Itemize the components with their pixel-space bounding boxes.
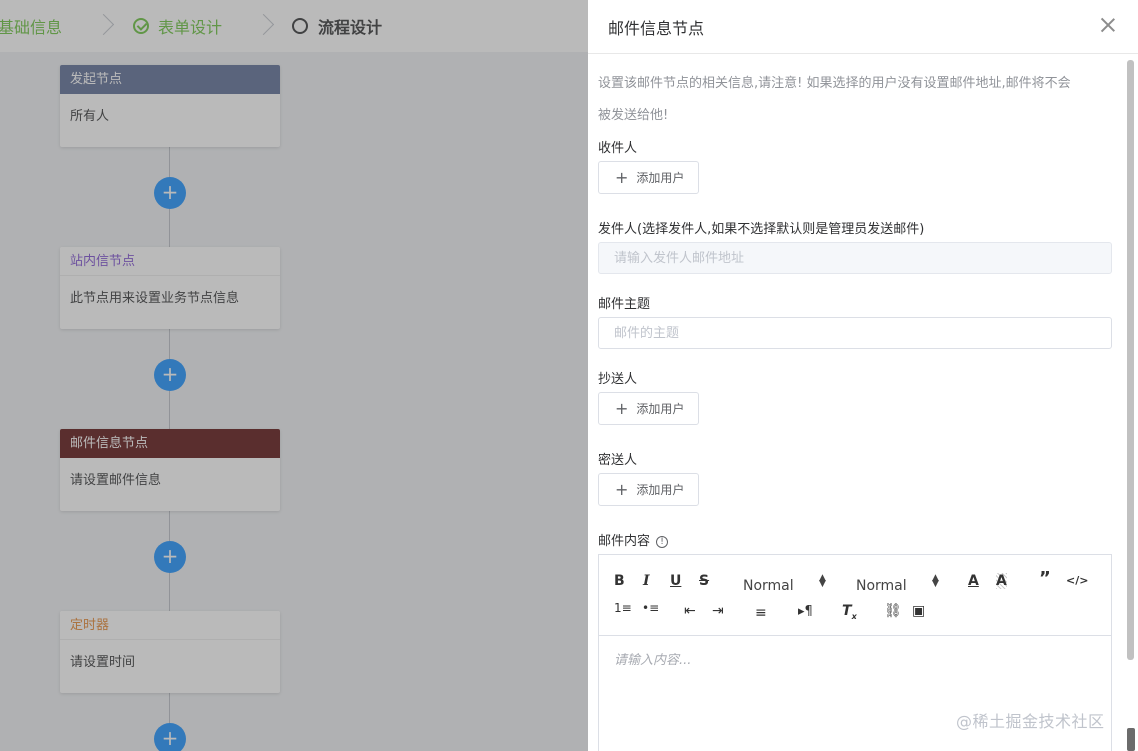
- watermark: @稀土掘金技术社区: [956, 712, 1105, 731]
- plus-icon: +: [615, 479, 629, 499]
- bcc-label: 密送人: [598, 453, 638, 468]
- blockquote-icon[interactable]: ”: [1039, 570, 1051, 588]
- font-color-icon[interactable]: A: [968, 573, 979, 589]
- sender-email-input[interactable]: [598, 242, 1112, 274]
- plus-icon: +: [615, 398, 629, 418]
- add-bcc-button[interactable]: + 添加用户: [598, 473, 699, 506]
- bullet-list-icon[interactable]: •≡: [642, 602, 659, 614]
- recipients-label: 收件人: [598, 141, 638, 156]
- ordered-list-icon[interactable]: 1≡: [614, 602, 632, 614]
- strike-button[interactable]: S: [699, 573, 709, 589]
- clear-format-icon[interactable]: Tx: [842, 603, 857, 625]
- scrollbar[interactable]: [1127, 60, 1134, 660]
- subject-label: 邮件主题: [598, 297, 651, 312]
- indent-icon[interactable]: ⇥: [712, 603, 724, 619]
- select-arrows-icon: ▲ ▼: [932, 573, 939, 589]
- editor-toolbar: B I U S Normal ▲ ▼ Normal ▲ ▼ A A ” </> 1≡…: [599, 555, 1111, 636]
- header-select[interactable]: Normal: [743, 578, 794, 594]
- info-icon[interactable]: !: [656, 536, 669, 548]
- notice-text: 设置该邮件节点的相关信息,请注意! 如果选择的用户没有设置邮件地址,邮件将不会 …: [598, 68, 1113, 132]
- email-node-drawer: 邮件信息节点 设置该邮件节点的相关信息,请注意! 如果选择的用户没有设置邮件地址…: [588, 0, 1138, 751]
- add-user-label: 添加用户: [636, 402, 685, 416]
- text-direction-icon[interactable]: ▸¶: [798, 604, 813, 620]
- notice-line: 设置该邮件节点的相关信息,请注意! 如果选择的用户没有设置邮件地址,邮件将不会: [598, 76, 1071, 91]
- close-icon[interactable]: [1100, 17, 1116, 33]
- content-label: 邮件内容: [598, 534, 651, 549]
- plus-icon: +: [615, 167, 629, 187]
- editor-placeholder[interactable]: 请输入内容...: [614, 649, 691, 668]
- outdent-icon[interactable]: ⇤: [684, 603, 696, 619]
- content-label-row: 邮件内容!: [598, 530, 669, 549]
- scrollbar-thumb[interactable]: [1127, 728, 1135, 751]
- subject-input[interactable]: [598, 317, 1112, 349]
- cc-label: 抄送人: [598, 372, 638, 387]
- sender-label: 发件人(选择发件人,如果不选择默认则是管理员发送邮件): [598, 222, 925, 237]
- add-recipient-button[interactable]: + 添加用户: [598, 161, 699, 194]
- link-icon[interactable]: ⛓: [884, 603, 902, 619]
- size-select[interactable]: Normal: [856, 578, 907, 594]
- drawer-header: 邮件信息节点: [588, 0, 1138, 54]
- image-icon[interactable]: ▣: [912, 603, 925, 619]
- background-color-icon[interactable]: A: [996, 573, 1007, 589]
- drawer-overlay[interactable]: [0, 0, 588, 751]
- bold-button[interactable]: B: [614, 573, 625, 589]
- italic-button[interactable]: I: [643, 573, 650, 589]
- add-user-label: 添加用户: [636, 171, 685, 185]
- add-user-label: 添加用户: [636, 483, 685, 497]
- align-icon[interactable]: ≡: [755, 605, 767, 621]
- select-arrows-icon: ▲ ▼: [819, 573, 826, 589]
- underline-button[interactable]: U: [670, 573, 681, 589]
- drawer-title: 邮件信息节点: [608, 19, 705, 38]
- notice-line: 被发送给他!: [598, 108, 669, 123]
- add-cc-button[interactable]: + 添加用户: [598, 392, 699, 425]
- drawer-body: 设置该邮件节点的相关信息,请注意! 如果选择的用户没有设置邮件地址,邮件将不会 …: [598, 54, 1113, 751]
- code-block-icon[interactable]: </>: [1066, 573, 1088, 589]
